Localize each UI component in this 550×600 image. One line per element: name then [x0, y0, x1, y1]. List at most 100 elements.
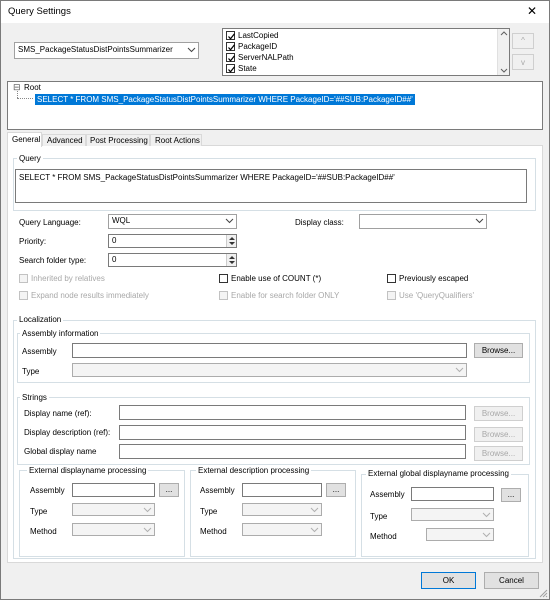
chevron-down-icon: [455, 365, 464, 374]
cancel-button[interactable]: Cancel: [484, 572, 539, 589]
tree-line: [17, 98, 33, 99]
ext-displayname-assembly-label: Assembly: [30, 486, 65, 495]
ext-displayname-assembly-input[interactable]: [72, 483, 155, 497]
assembly-label: Assembly: [22, 347, 57, 356]
assembly-input[interactable]: [72, 343, 467, 358]
spin-arrows-icon[interactable]: [226, 254, 236, 266]
ext-displayname-method-label: Method: [30, 527, 57, 536]
ext-displayname-browse-button[interactable]: ...: [159, 483, 179, 497]
query-text: SELECT * FROM SMS_PackageStatusDistPoint…: [19, 173, 395, 182]
ext-description-assembly-label: Assembly: [200, 486, 235, 495]
column-checkbox-state[interactable]: [226, 64, 236, 74]
column-checkbox-packageid[interactable]: [226, 42, 236, 52]
tree-line: [17, 91, 18, 98]
display-description-browse-button[interactable]: Browse...: [474, 427, 523, 442]
priority-spinner[interactable]: 0: [108, 234, 237, 248]
ext-global-label: External global displayname processing: [366, 469, 511, 478]
ext-description-label: External description processing: [196, 466, 312, 475]
column-label-servernalpath: ServerNALPath: [238, 53, 294, 62]
ext-description-type-label: Type: [200, 507, 218, 516]
resize-grip-icon[interactable]: [538, 588, 548, 598]
tree-root-node[interactable]: Root: [24, 83, 41, 92]
display-description-label: Display description (ref):: [24, 428, 111, 437]
type-label: Type: [22, 367, 40, 376]
inherited-label: Inherited by relatives: [31, 274, 105, 283]
column-label-lastcopied: LastCopied: [238, 31, 279, 40]
enable-search-folder-label: Enable for search folder ONLY: [231, 291, 340, 300]
query-language-combo[interactable]: WQL: [108, 214, 237, 229]
checkbox-box: [226, 31, 235, 40]
display-name-input[interactable]: [119, 405, 466, 420]
checkbox-box: [226, 64, 235, 73]
class-combo[interactable]: SMS_PackageStatusDistPointsSummarizer: [14, 42, 199, 59]
tab-post-processing-label: Post Processing: [90, 136, 148, 145]
ext-description-browse-button[interactable]: ...: [326, 483, 346, 497]
ext-displayname-type-combo[interactable]: [72, 503, 155, 516]
scroll-arrows-icon: [500, 31, 508, 73]
ok-button[interactable]: OK: [421, 572, 476, 589]
move-up-button[interactable]: ^: [512, 33, 534, 49]
type-combo[interactable]: [72, 363, 467, 377]
previously-escaped-label: Previously escaped: [399, 274, 469, 283]
enable-count-label: Enable use of COUNT (*): [231, 274, 322, 283]
node-tree[interactable]: [7, 81, 543, 130]
ext-global-assembly-input[interactable]: [411, 487, 494, 501]
chevron-down-icon: [310, 525, 319, 534]
expand-node-checkbox[interactable]: [19, 291, 28, 300]
checkbox-box: [226, 42, 235, 51]
ext-displayname-method-combo[interactable]: [72, 523, 155, 536]
search-folder-type-label: Search folder type:: [19, 256, 87, 265]
ext-description-type-combo[interactable]: [242, 503, 322, 516]
tab-root-actions-label: Root Actions: [155, 136, 200, 145]
columns-scrollbar[interactable]: [497, 29, 509, 75]
display-description-input[interactable]: [119, 425, 466, 440]
use-query-qualifiers-checkbox[interactable]: [387, 291, 396, 300]
priority-label: Priority:: [19, 237, 47, 246]
ext-global-method-combo[interactable]: [426, 528, 494, 541]
spin-arrows-icon[interactable]: [226, 235, 236, 247]
ext-displayname-type-label: Type: [30, 507, 48, 516]
browse-button[interactable]: Browse...: [474, 343, 523, 358]
query-textbox[interactable]: SELECT * FROM SMS_PackageStatusDistPoint…: [15, 169, 527, 203]
display-name-browse-button[interactable]: Browse...: [474, 406, 523, 421]
chevron-down-icon: [143, 505, 152, 514]
column-label-state: State: [238, 64, 257, 73]
priority-value: 0: [112, 236, 117, 245]
display-class-combo[interactable]: [359, 214, 487, 229]
strings-label: Strings: [20, 393, 49, 402]
global-display-name-input[interactable]: [119, 444, 466, 459]
search-folder-type-spinner[interactable]: 0: [108, 253, 237, 267]
ext-description-method-combo[interactable]: [242, 523, 322, 536]
query-language-value: WQL: [112, 216, 131, 225]
search-folder-type-value: 0: [112, 255, 117, 264]
class-combo-value: SMS_PackageStatusDistPointsSummarizer: [18, 45, 173, 54]
chevron-down-icon: [143, 525, 152, 534]
ext-global-method-label: Method: [370, 532, 397, 541]
previously-escaped-checkbox[interactable]: [387, 274, 396, 283]
chevron-down-icon: [187, 45, 196, 54]
inherited-checkbox[interactable]: [19, 274, 28, 283]
ext-description-assembly-input[interactable]: [242, 483, 322, 497]
column-checkbox-lastcopied[interactable]: [226, 31, 236, 41]
column-checkbox-servernalpath[interactable]: [226, 53, 236, 63]
enable-count-checkbox[interactable]: [219, 274, 228, 283]
query-group-label: Query: [17, 154, 43, 163]
ext-displayname-label: External displayname processing: [27, 466, 149, 475]
ext-global-assembly-label: Assembly: [370, 490, 405, 499]
tree-query-node[interactable]: SELECT * FROM SMS_PackageStatusDistPoint…: [35, 94, 415, 105]
ext-global-type-combo[interactable]: [411, 508, 494, 521]
enable-search-folder-checkbox[interactable]: [219, 291, 228, 300]
move-down-button[interactable]: v: [512, 54, 534, 70]
assembly-info-label: Assembly information: [20, 329, 101, 338]
chevron-down-icon: [225, 216, 234, 225]
ext-global-browse-button[interactable]: ...: [501, 488, 521, 502]
chevron-down-icon: [482, 530, 491, 539]
display-class-label: Display class:: [295, 218, 344, 227]
global-display-name-browse-button[interactable]: Browse...: [474, 446, 523, 461]
chevron-down-icon: [475, 216, 484, 225]
ext-description-method-label: Method: [200, 527, 227, 536]
window-title: Query Settings: [8, 6, 71, 17]
close-icon[interactable]: ✕: [527, 4, 537, 18]
checkbox-box: [226, 53, 235, 62]
chevron-down-icon: [482, 510, 491, 519]
